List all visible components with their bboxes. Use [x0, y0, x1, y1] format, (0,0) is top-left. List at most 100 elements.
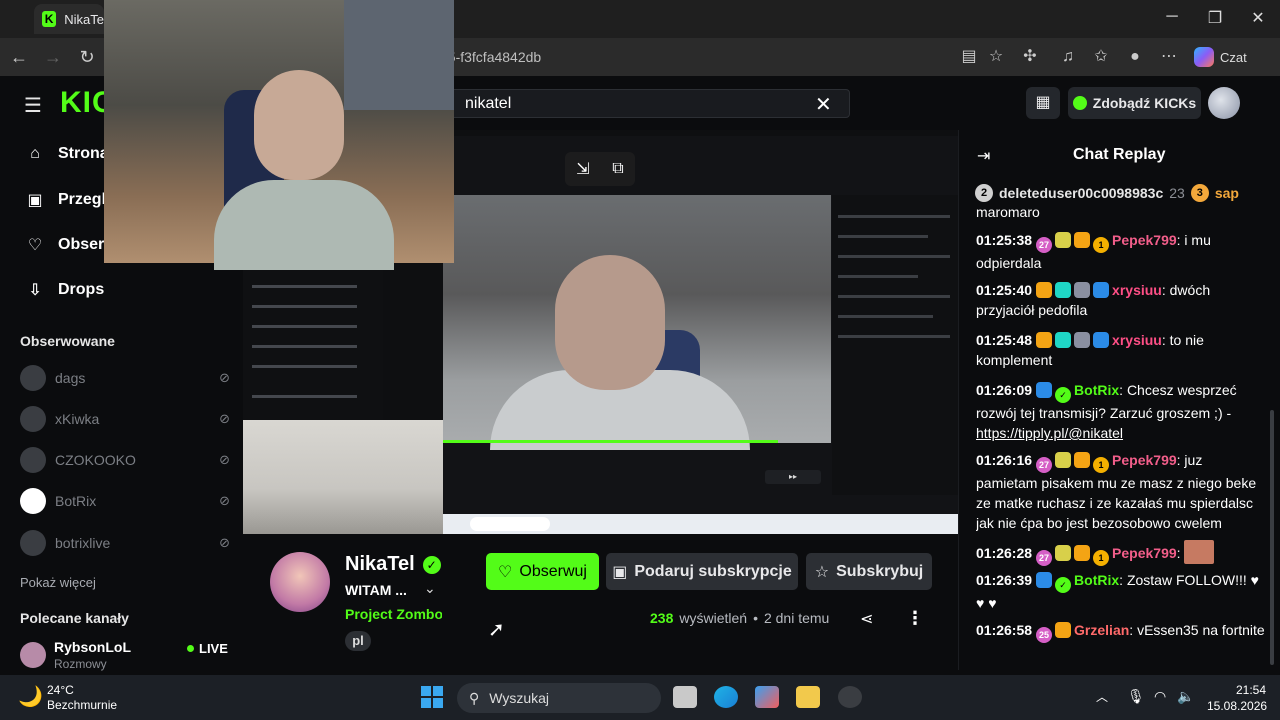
chat-username[interactable]: xrysiuu: [1112, 282, 1162, 298]
channel-avatar: [20, 406, 46, 432]
reload-icon[interactable]: ↻: [76, 46, 98, 68]
followed-channel[interactable]: dags ⊘: [20, 364, 230, 392]
chat-username[interactable]: BotRix: [1074, 382, 1119, 398]
minimize-icon[interactable]: ─: [1162, 8, 1182, 26]
rank-badge: 3: [1190, 184, 1209, 202]
subscribe-button[interactable]: ☆ Subskrybuj: [806, 553, 932, 590]
channel-name: CZOKOOKO: [55, 452, 136, 468]
picture-in-picture-icon[interactable]: ⧉: [612, 160, 623, 178]
follow-button[interactable]: ♡ Obserwuj: [486, 553, 599, 590]
back-icon[interactable]: ←: [8, 46, 30, 68]
chat-scrollbar[interactable]: [1270, 410, 1274, 665]
chat-username[interactable]: Pepek799: [1112, 232, 1177, 248]
sidebar-item-label: Obser: [58, 236, 105, 253]
verified-badge-icon: ✓: [1055, 577, 1072, 593]
favorite-star-icon[interactable]: ☆: [985, 46, 1007, 68]
collapse-chat-icon[interactable]: ⇥: [977, 146, 990, 166]
more-options-icon[interactable]: ⋮: [906, 608, 924, 629]
chat-username[interactable]: Grzelian: [1074, 622, 1129, 638]
weather-moon-icon[interactable]: 🌙: [18, 684, 43, 709]
message-timestamp: 01:26:28: [976, 545, 1033, 561]
weather-temperature[interactable]: 24°C: [47, 683, 74, 697]
recommended-avatar[interactable]: [20, 642, 46, 668]
chevron-down-icon[interactable]: ⌄: [424, 580, 436, 597]
browser-tab[interactable]: K NikaTe: [34, 4, 104, 34]
gift-subs-button[interactable]: ▣ Podaruj subskrypcje: [606, 553, 798, 590]
crown-badge-icon: [1055, 622, 1072, 638]
reader-icon[interactable]: ▤: [958, 46, 980, 68]
chat-message: 01:26:16 27 1 Pepek799: juz pamietam pisake…: [976, 450, 1266, 533]
offline-icon: ⊘: [219, 411, 230, 426]
streamer-avatar[interactable]: [270, 552, 330, 612]
sidebar-item-following[interactable]: ♡ Obser: [26, 235, 104, 255]
tab-title: NikaTe: [64, 11, 104, 27]
extensions-icon[interactable]: ✣: [1019, 46, 1041, 68]
channel-avatar: [20, 365, 46, 391]
edge-browser-icon[interactable]: [714, 686, 738, 708]
windows-start-icon[interactable]: [421, 686, 443, 708]
taskbar-search[interactable]: ⚲ Wyszukaj: [457, 683, 661, 713]
bot-badge-icon: [1036, 382, 1053, 398]
followed-channel[interactable]: CZOKOOKO ⊘: [20, 446, 230, 474]
maximize-icon[interactable]: ❐: [1205, 8, 1225, 28]
bot-badge-icon: [1074, 282, 1091, 298]
streamer-name-row[interactable]: NikaTel ✓: [345, 553, 441, 576]
followed-channel[interactable]: BotRix ⊘: [20, 487, 230, 515]
close-window-icon[interactable]: ✕: [1248, 8, 1268, 28]
tray-chevron-up-icon[interactable]: ︿: [1096, 688, 1108, 705]
chat-username[interactable]: Pepek799: [1112, 452, 1177, 468]
inner-chat-line: [838, 255, 950, 258]
leaderboard-user[interactable]: deleteduser00c0098983c: [999, 185, 1163, 201]
clock-time[interactable]: 21:54: [1236, 683, 1266, 697]
user-avatar[interactable]: [1208, 87, 1240, 119]
message-timestamp: 01:25:48: [976, 332, 1033, 348]
sidebar-item-label: Strona: [58, 145, 109, 162]
chat-username[interactable]: Pepek799: [1112, 545, 1177, 561]
stream-inner-search: [470, 517, 550, 531]
store-icon[interactable]: [755, 686, 779, 708]
share-icon[interactable]: ⋖: [860, 609, 873, 629]
theater-mode-icon[interactable]: ⇲: [576, 159, 589, 179]
weather-description[interactable]: Bezchmurnie: [47, 698, 117, 712]
language-tag[interactable]: pl: [345, 631, 371, 651]
recommended-channel-name[interactable]: RybsonLoL: [54, 639, 131, 655]
leaderboard-user[interactable]: sap: [1215, 185, 1239, 201]
inner-chat-line: [838, 275, 918, 278]
chat-username[interactable]: BotRix: [1074, 572, 1119, 588]
clear-search-icon[interactable]: ✕: [815, 92, 832, 117]
video-progress-bar[interactable]: [443, 440, 778, 443]
message-link[interactable]: https://tipply.pl/@nikatel: [976, 425, 1123, 441]
volume-icon[interactable]: 🔈: [1177, 688, 1194, 705]
gift-box-icon[interactable]: ▦: [1026, 87, 1060, 119]
search-input[interactable]: nikatel: [440, 89, 850, 118]
profile-icon[interactable]: ●: [1124, 46, 1146, 68]
sidebar-item-home[interactable]: ⌂ Strona: [26, 145, 109, 163]
get-kicks-button[interactable]: Zdobądź KICKs: [1068, 87, 1201, 119]
taskbar-search-label: Wyszukaj: [489, 690, 550, 706]
file-explorer-icon[interactable]: [796, 686, 820, 708]
sidebar-item-drops[interactable]: ⇩ Drops: [26, 280, 104, 300]
crown-badge-icon: [1036, 282, 1053, 298]
forward-icon[interactable]: →: [42, 46, 64, 68]
microphone-icon[interactable]: 🎙: [1127, 688, 1145, 705]
offline-icon: ⊘: [219, 535, 230, 550]
followed-channel[interactable]: botrixlive ⊘: [20, 529, 230, 557]
sidebar-item-browse[interactable]: ▣ Przegl: [26, 190, 106, 210]
favorites-icon[interactable]: ✩: [1090, 46, 1112, 68]
menu-dots-icon[interactable]: ⋯: [1158, 46, 1180, 68]
time-ago: 2 dni temu: [763, 610, 830, 626]
media-icon[interactable]: ♫: [1057, 46, 1079, 68]
show-more-link[interactable]: Pokaż więcej: [20, 575, 96, 590]
wifi-icon[interactable]: ◠: [1154, 688, 1166, 705]
search-icon: ⚲: [469, 689, 480, 706]
address-bar[interactable]: e5-f3fcfa4842db: [440, 44, 955, 70]
clock-date[interactable]: 15.08.2026: [1207, 699, 1267, 713]
chat-username[interactable]: xrysiuu: [1112, 332, 1162, 348]
followed-channel[interactable]: xKiwka ⊘: [20, 405, 230, 433]
stream-category[interactable]: Project Zomboid: [345, 606, 442, 622]
task-view-icon[interactable]: [673, 686, 697, 708]
chat-message: 01:26:58 25 Grzelian: vEssen35 na fortnite: [976, 620, 1266, 643]
copilot-button[interactable]: Czat: [1194, 45, 1274, 69]
hamburger-menu-icon[interactable]: ☰: [24, 93, 42, 118]
app-icon[interactable]: [838, 686, 862, 708]
